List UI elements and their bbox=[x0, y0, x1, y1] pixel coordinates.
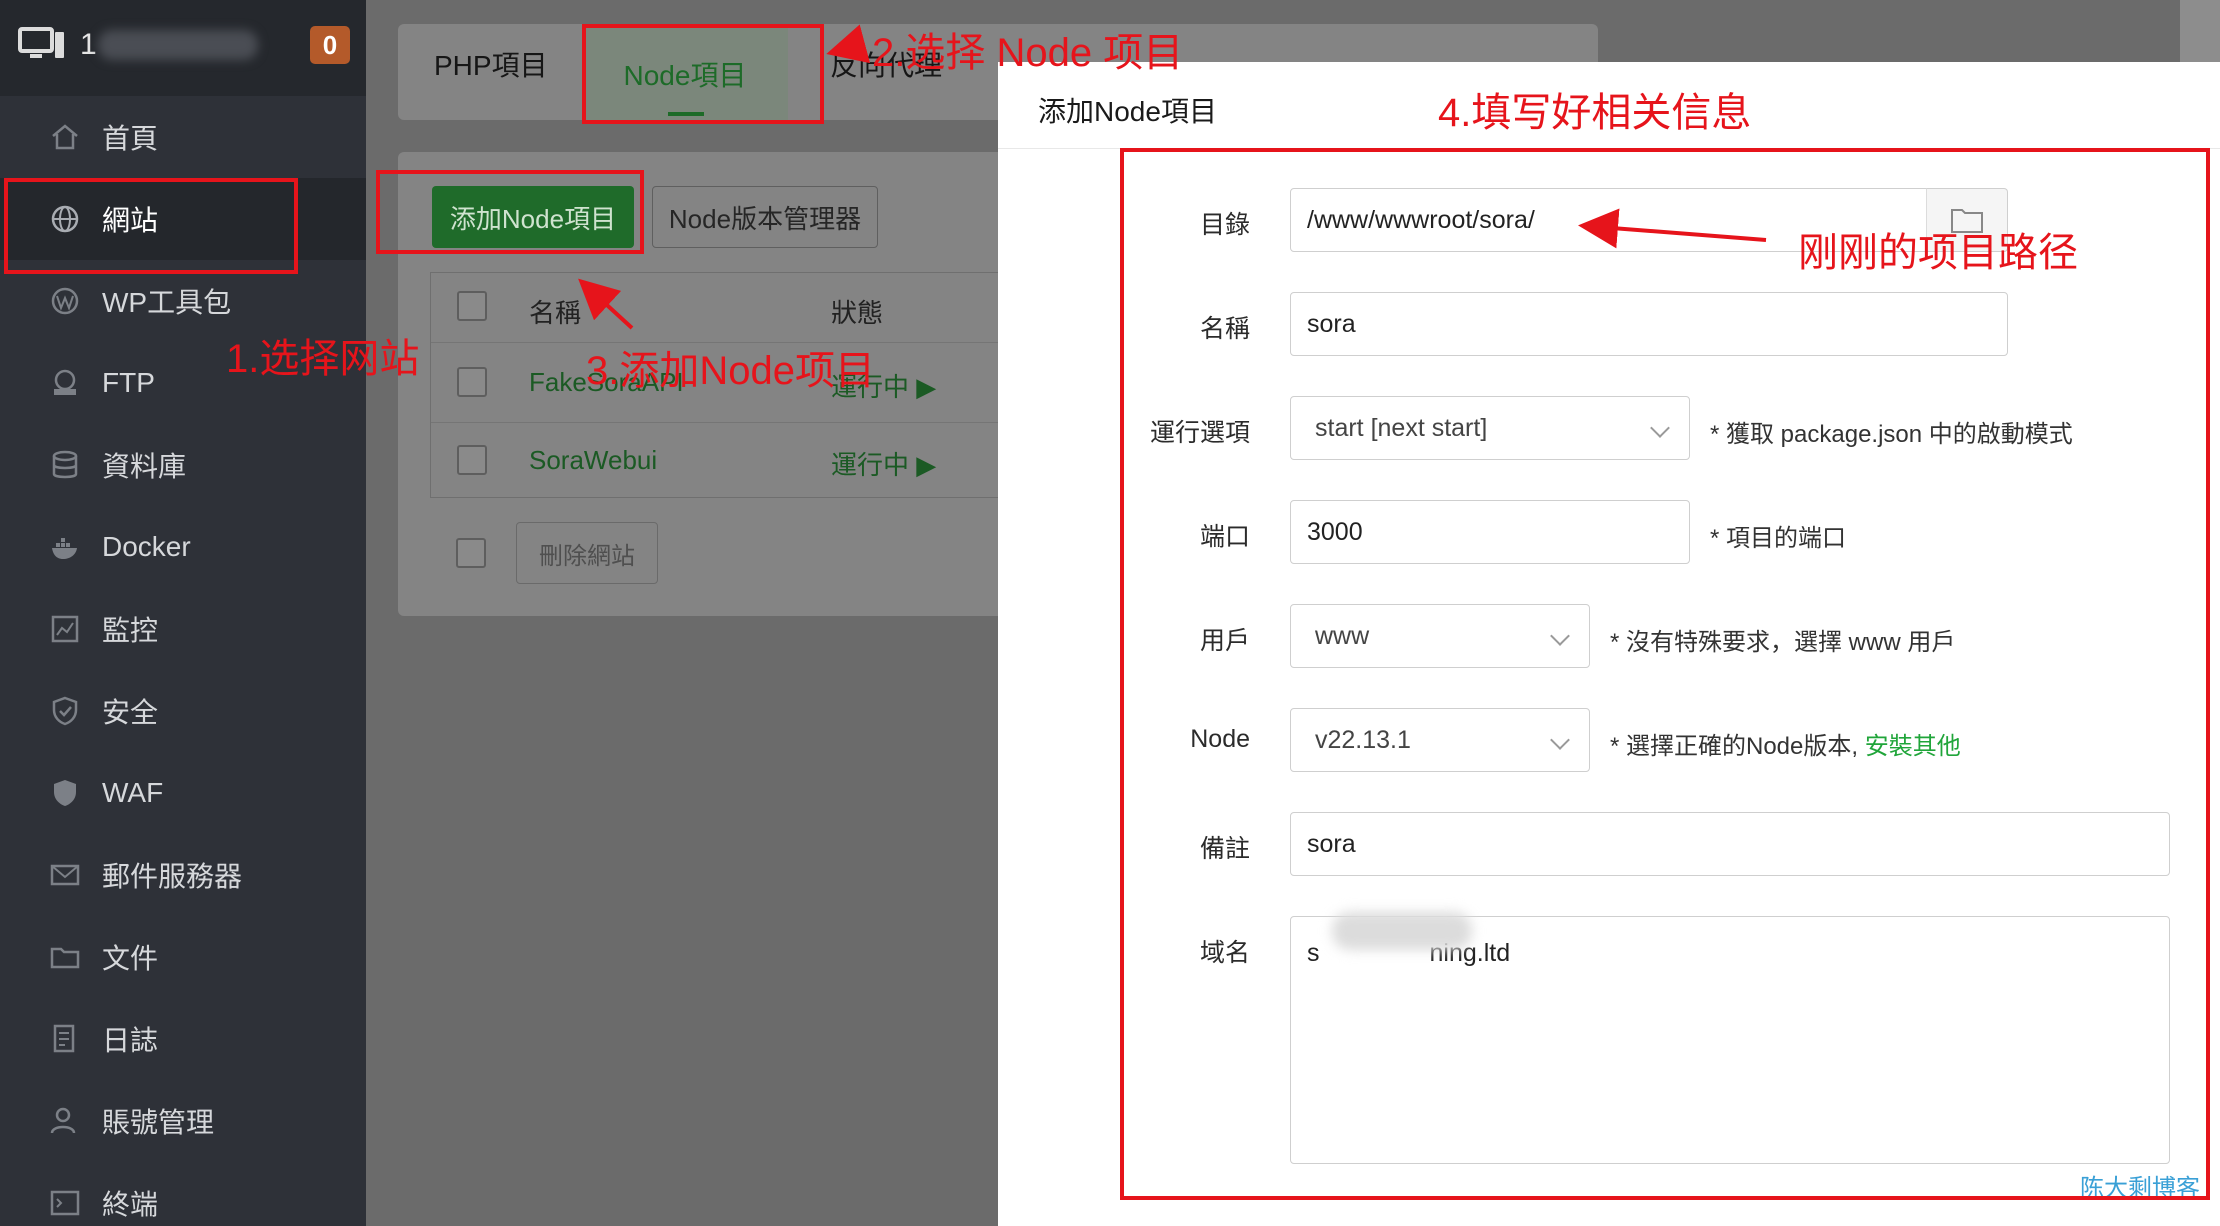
highlight-add-button bbox=[376, 170, 644, 254]
row-checkbox[interactable] bbox=[457, 367, 487, 397]
highlight-website bbox=[4, 178, 298, 274]
sidebar-item-label: WAF bbox=[102, 777, 164, 808]
sidebar-item-label: Docker bbox=[102, 531, 191, 562]
sidebar-item-home[interactable]: 首頁 bbox=[0, 96, 366, 178]
sidebar-item-label: 首頁 bbox=[102, 123, 159, 154]
sidebar-item-label: FTP bbox=[102, 367, 155, 398]
sidebar-item-files[interactable]: 文件 bbox=[0, 916, 366, 998]
sidebar-item-docker[interactable]: Docker bbox=[0, 506, 366, 588]
row-checkbox[interactable] bbox=[457, 445, 487, 475]
sidebar-item-database[interactable]: 資料庫 bbox=[0, 424, 366, 506]
terminal-icon bbox=[48, 1186, 82, 1220]
select-all-checkbox[interactable] bbox=[457, 291, 487, 321]
sidebar-header: 1 0 bbox=[0, 0, 366, 96]
shield-icon bbox=[48, 776, 82, 810]
user-icon bbox=[48, 1104, 82, 1138]
status-running[interactable]: 運行中 ▶ bbox=[831, 445, 936, 482]
sidebar-item-label: WP工具包 bbox=[102, 287, 232, 318]
wordpress-icon bbox=[48, 284, 82, 318]
sidebar-item-label: 日誌 bbox=[102, 1025, 159, 1056]
tab-php-project[interactable]: PHP項目 bbox=[434, 44, 548, 84]
dialog-title: 添加Node項目 bbox=[1038, 96, 1217, 127]
column-header-status: 狀態 bbox=[831, 298, 884, 328]
docker-icon bbox=[48, 530, 82, 564]
annotation-step3: 3.添加Node项目 bbox=[586, 349, 875, 393]
annotation-step4: 4.填写好相关信息 bbox=[1438, 91, 1752, 135]
sidebar-item-label: 資料庫 bbox=[102, 451, 187, 482]
notification-badge[interactable]: 0 bbox=[310, 26, 350, 64]
log-icon bbox=[48, 1022, 82, 1056]
batch-select-checkbox[interactable] bbox=[456, 538, 486, 568]
server-name: 1 bbox=[80, 28, 97, 61]
highlight-form bbox=[1120, 148, 2210, 1200]
sidebar-item-waf[interactable]: WAF bbox=[0, 752, 366, 834]
mail-icon bbox=[48, 858, 82, 892]
project-name-link[interactable]: SoraWebui bbox=[529, 445, 657, 476]
background-edge bbox=[2180, 0, 2220, 66]
sidebar-item-accounts[interactable]: 賬號管理 bbox=[0, 1080, 366, 1162]
annotation-path-note: 刚刚的项目路径 bbox=[1798, 231, 2078, 275]
status-label: 運行中 bbox=[831, 450, 910, 480]
play-icon: ▶ bbox=[916, 450, 937, 480]
sidebar-item-label: 終端 bbox=[102, 1189, 159, 1220]
sidebar-item-label: 文件 bbox=[102, 943, 159, 974]
sidebar-item-label: 郵件服務器 bbox=[102, 861, 243, 892]
shield-check-icon bbox=[48, 694, 82, 728]
sidebar-item-terminal[interactable]: 終端 bbox=[0, 1162, 366, 1226]
sidebar-item-label: 安全 bbox=[102, 697, 159, 728]
folder-icon bbox=[48, 940, 82, 974]
sidebar-item-mail-server[interactable]: 郵件服務器 bbox=[0, 834, 366, 916]
play-icon: ▶ bbox=[916, 372, 937, 402]
sidebar-item-label: 監控 bbox=[102, 615, 159, 646]
server-monitor-icon bbox=[18, 27, 64, 58]
sidebar-item-monitor[interactable]: 監控 bbox=[0, 588, 366, 670]
delete-website-button[interactable]: 刪除網站 bbox=[516, 522, 658, 584]
home-icon bbox=[48, 120, 82, 154]
monitor-chart-icon bbox=[48, 612, 82, 646]
sidebar-item-security[interactable]: 安全 bbox=[0, 670, 366, 752]
ftp-icon bbox=[48, 366, 82, 400]
annotation-step2: 2.选择 Node 项目 bbox=[872, 31, 1184, 75]
column-header-name: 名稱 bbox=[529, 298, 582, 328]
sidebar-item-label: 賬號管理 bbox=[102, 1107, 215, 1138]
sidebar-item-logs[interactable]: 日誌 bbox=[0, 998, 366, 1080]
highlight-node-tab bbox=[582, 24, 824, 124]
annotation-step1: 1.选择网站 bbox=[226, 337, 420, 381]
database-icon bbox=[48, 448, 82, 482]
blurred-server-ip bbox=[98, 30, 258, 60]
node-version-manager-button[interactable]: Node版本管理器 bbox=[652, 186, 878, 248]
